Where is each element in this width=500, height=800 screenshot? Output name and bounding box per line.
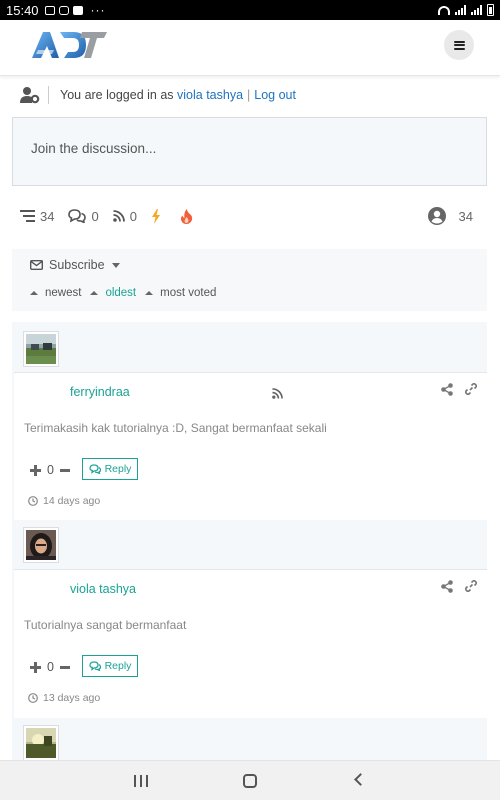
caret-up-icon xyxy=(90,291,99,295)
filter-panel: Subscribe newest oldest most voted xyxy=(12,249,487,311)
clock-icon xyxy=(28,693,38,703)
avatar[interactable] xyxy=(24,726,58,760)
downvote-icon[interactable] xyxy=(59,665,70,669)
discussion-placeholder: Join the discussion... xyxy=(31,141,157,156)
username-link[interactable]: viola tashya xyxy=(177,88,243,102)
recent-apps-button[interactable] xyxy=(134,775,148,787)
avatar[interactable] xyxy=(24,528,58,562)
share-icon[interactable] xyxy=(441,383,453,396)
upvote-icon[interactable] xyxy=(30,464,41,476)
hamburger-icon xyxy=(453,40,465,50)
comment-text: Terimakasih kak tutorialnya :D, Sangat b… xyxy=(24,421,327,435)
more-notifications-icon: ··· xyxy=(90,3,106,17)
sort-newest-label: newest xyxy=(45,287,82,299)
comment-timestamp: 14 days ago xyxy=(28,495,100,507)
status-bar: 15:40 ··· xyxy=(0,0,500,20)
youtube-notification-icon xyxy=(72,5,83,15)
trending-stat[interactable] xyxy=(151,208,166,224)
signal-icon xyxy=(455,5,466,15)
sort-oldest-label: oldest xyxy=(105,287,137,299)
discussion-stats: 34 0 0 34 xyxy=(20,206,475,226)
share-icon[interactable] xyxy=(441,580,453,593)
divider xyxy=(48,86,49,104)
link-icon[interactable] xyxy=(465,383,477,395)
comment-author[interactable]: ferryindraa xyxy=(70,385,130,399)
comments-icon xyxy=(68,209,87,223)
menu-button[interactable] xyxy=(444,30,474,60)
comment-time: 14 days ago xyxy=(43,495,101,507)
comment-thread xyxy=(12,718,487,760)
reply-button[interactable]: Reply xyxy=(82,655,138,677)
downvote-icon[interactable] xyxy=(59,468,70,472)
login-status: You are logged in as viola tashya | Log … xyxy=(20,84,296,106)
reply-label: Reply xyxy=(104,463,132,475)
comment-card: viola tashya Tutorialnya sangat bermanfa… xyxy=(14,569,487,718)
sort-oldest[interactable]: oldest xyxy=(90,287,136,299)
caret-up-icon xyxy=(30,291,38,295)
reply-comment-icon xyxy=(88,661,101,671)
fire-icon xyxy=(180,208,193,224)
join-discussion-input[interactable]: Join the discussion... xyxy=(12,117,487,186)
comment-thread: ferryindraa Terimakasih kak tutorialnya … xyxy=(12,322,487,520)
upvote-icon[interactable] xyxy=(30,661,41,673)
sort-most-voted-label: most voted xyxy=(160,287,217,299)
followers-count: 0 xyxy=(129,208,137,224)
comment-author[interactable]: viola tashya xyxy=(70,582,136,596)
system-nav-bar xyxy=(0,760,500,800)
user-cog-icon xyxy=(20,87,40,104)
home-button[interactable] xyxy=(243,774,257,788)
sort-most-voted[interactable]: most voted xyxy=(145,287,216,299)
participants-count: 34 xyxy=(458,208,473,224)
rss-icon xyxy=(112,210,125,222)
lightning-icon xyxy=(151,208,160,224)
avatar[interactable] xyxy=(24,332,58,366)
vote-controls: 0 xyxy=(30,463,70,477)
envelope-icon xyxy=(30,260,43,270)
vote-count: 0 xyxy=(47,660,54,674)
threads-count: 34 xyxy=(40,208,55,224)
login-separator: | xyxy=(247,88,251,102)
sort-options: newest oldest most voted xyxy=(30,287,225,299)
gallery-notification-icon xyxy=(44,5,55,15)
instagram-notification-icon xyxy=(58,5,69,15)
login-prefix: You are logged in as xyxy=(60,88,174,102)
logout-link[interactable]: Log out xyxy=(254,88,296,102)
hot-stat[interactable] xyxy=(180,208,198,224)
threads-icon xyxy=(20,210,35,222)
reply-label: Reply xyxy=(104,660,132,672)
battery-icon xyxy=(487,4,494,16)
participants-stat: 34 xyxy=(427,207,473,225)
comment-timestamp: 13 days ago xyxy=(28,692,100,704)
followers-stat: 0 xyxy=(112,208,137,224)
wifi-icon xyxy=(438,5,450,15)
site-logo[interactable] xyxy=(30,28,108,60)
sort-newest[interactable]: newest xyxy=(30,287,81,299)
clock-icon xyxy=(28,496,38,506)
threads-stat: 34 xyxy=(20,209,54,224)
link-icon[interactable] xyxy=(465,580,477,592)
replies-count: 0 xyxy=(91,208,99,224)
comment-thread: viola tashya Tutorialnya sangat bermanfa… xyxy=(12,520,487,718)
replies-stat: 0 xyxy=(68,208,99,224)
subscribe-label: Subscribe xyxy=(49,258,105,272)
reply-comment-icon xyxy=(88,464,101,474)
comment-card: ferryindraa Terimakasih kak tutorialnya … xyxy=(14,372,487,520)
reply-button[interactable]: Reply xyxy=(82,458,138,480)
vote-controls: 0 xyxy=(30,660,70,674)
status-time: 15:40 xyxy=(6,2,39,18)
vote-count: 0 xyxy=(47,463,54,477)
chevron-down-icon xyxy=(111,262,120,268)
caret-up-icon xyxy=(145,291,154,295)
back-button[interactable] xyxy=(354,773,367,786)
comment-time: 13 days ago xyxy=(43,692,101,704)
site-header xyxy=(0,20,500,76)
subscribe-dropdown[interactable]: Subscribe xyxy=(30,258,120,272)
user-circle-icon xyxy=(427,207,446,225)
signal-icon-2 xyxy=(471,5,482,15)
follow-rss-icon[interactable] xyxy=(272,388,283,399)
comment-text: Tutorialnya sangat bermanfaat xyxy=(24,618,187,632)
